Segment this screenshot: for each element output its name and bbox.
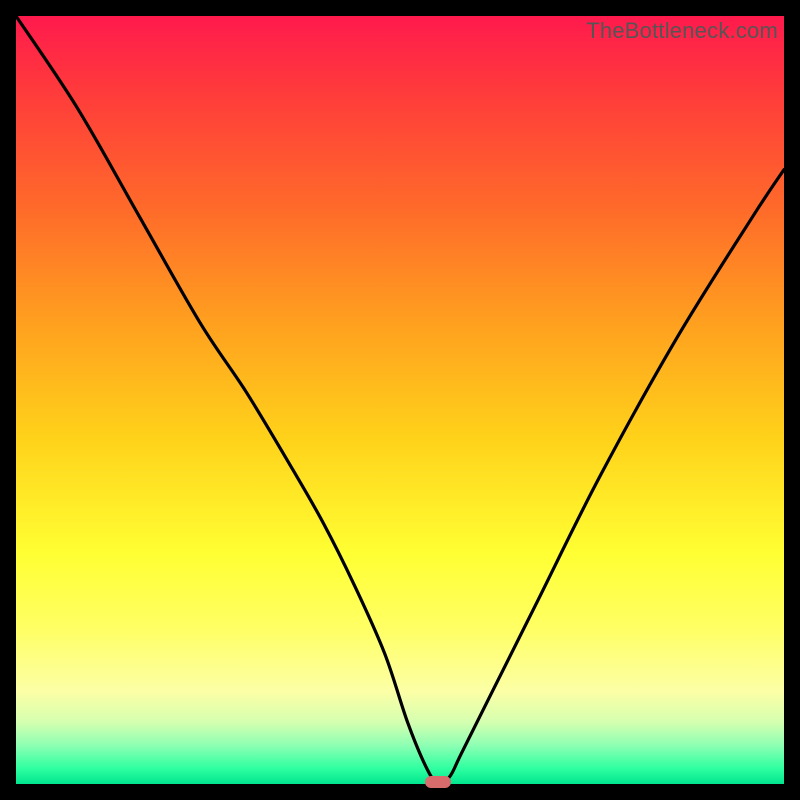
chart-plot-area: TheBottleneck.com: [16, 16, 784, 784]
minimum-marker: [425, 776, 451, 788]
bottleneck-curve: [16, 16, 784, 784]
curve-path: [16, 16, 784, 784]
chart-frame: TheBottleneck.com: [0, 0, 800, 800]
